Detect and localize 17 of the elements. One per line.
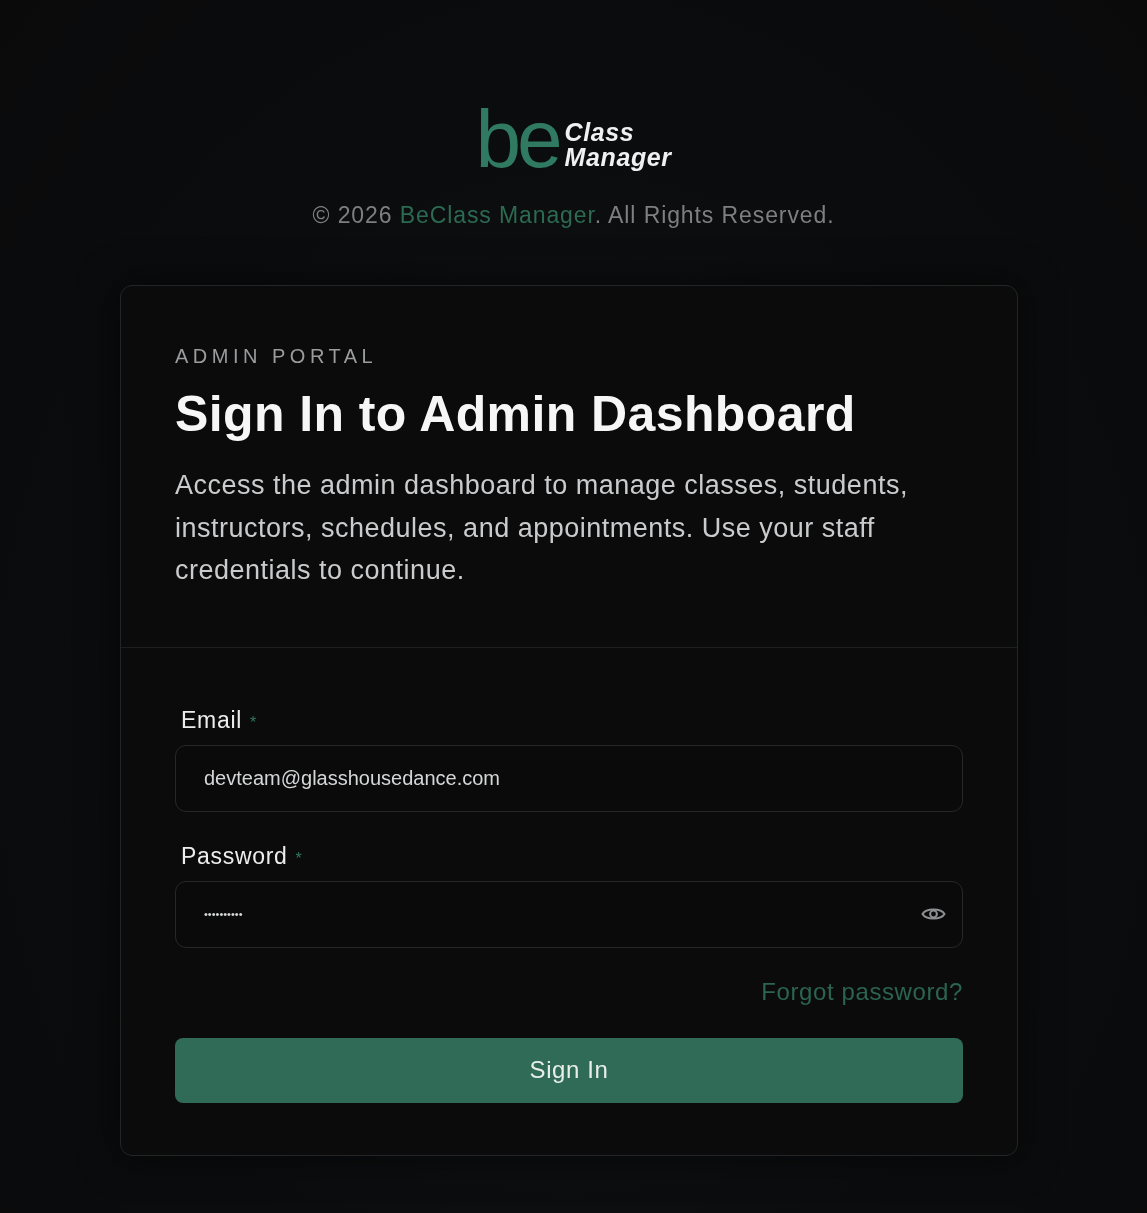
logo-text: Class <box>564 120 636 145</box>
field-label: Password <box>181 841 288 870</box>
brand-link[interactable]: BeClass Manager <box>399 202 595 228</box>
eyebrow-text: ADMIN PORTAL <box>175 344 379 368</box>
copyright-text: © 2026 BeClass Manager. All Rights Reserved. <box>312 202 835 229</box>
logo-text: Manager <box>564 145 672 170</box>
email-field[interactable]: devteam@glasshousedance.com <box>175 744 963 812</box>
field-label: Email <box>181 705 242 734</box>
required-mark: * <box>250 713 257 732</box>
sign-in-button[interactable]: Sign In <box>175 1037 963 1103</box>
description-text: Access the admin dashboard to manage classes, students, instructors, schedules, and appointments. Use your staff credentials to continue. <box>175 469 909 587</box>
page-title: Sign In to Admin Dashboard <box>175 385 857 444</box>
logo-mark: be <box>475 104 560 174</box>
password-field[interactable]: •••••••••• <box>175 880 963 948</box>
eye-icon[interactable] <box>921 906 946 922</box>
forgot-password-link[interactable]: Forgot password? <box>761 977 963 1006</box>
required-mark: * <box>295 849 302 868</box>
